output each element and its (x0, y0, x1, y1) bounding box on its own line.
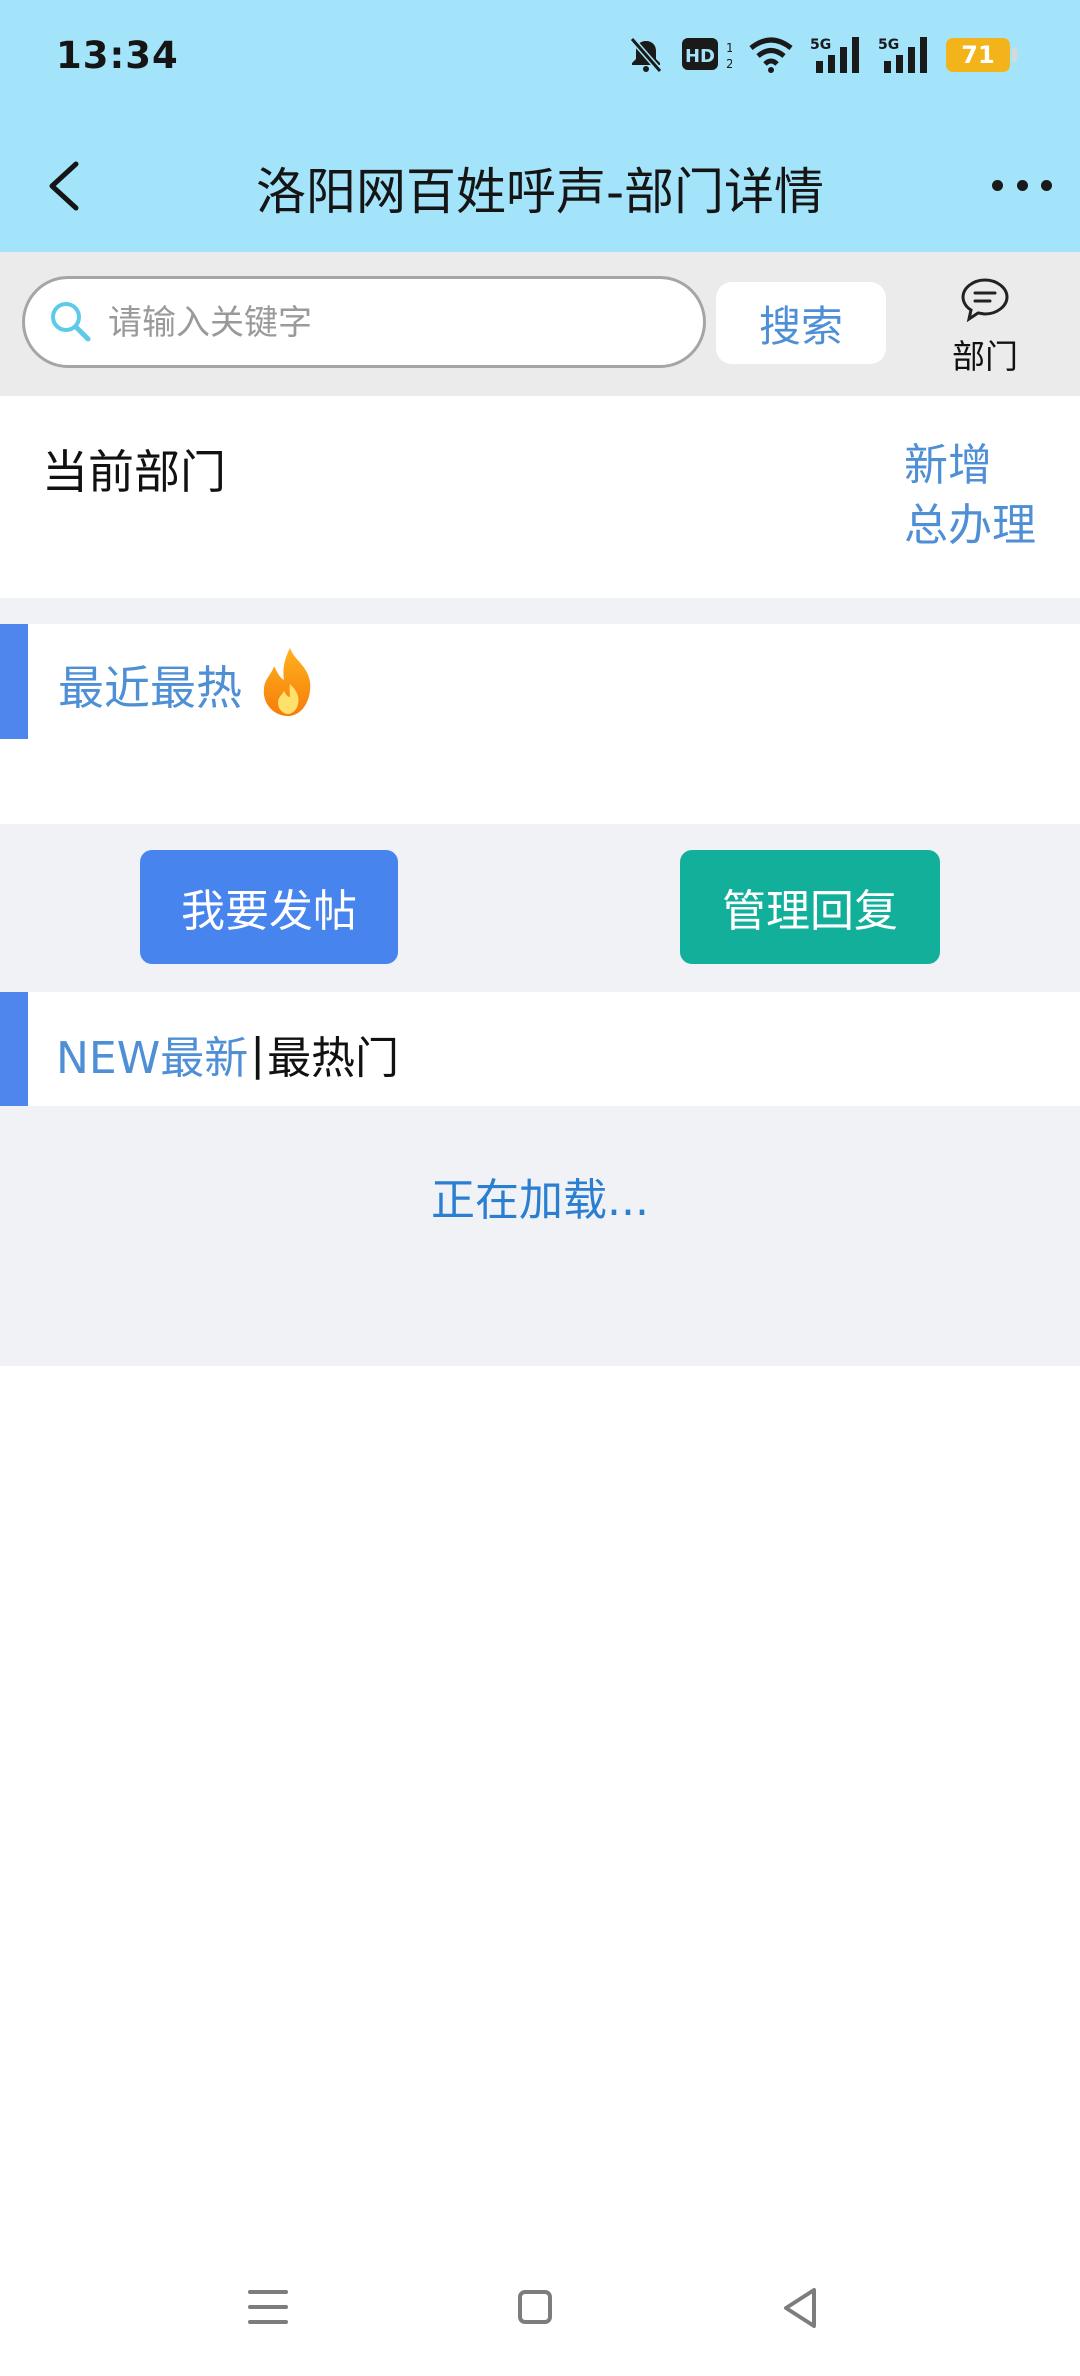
search-input[interactable] (108, 296, 668, 350)
current-department-label: 当前部门 (42, 445, 226, 499)
svg-text:5G: 5G (878, 37, 899, 53)
battery-icon: 71 (946, 38, 1017, 72)
loading-area (0, 1106, 1080, 1366)
section-accent-bar (0, 992, 28, 1106)
svg-text:HD: HD (685, 46, 715, 67)
department-button[interactable]: 部门 (930, 276, 1040, 376)
status-time: 13:34 (56, 34, 179, 77)
back-triangle-icon[interactable] (778, 2284, 822, 2332)
page-title: 洛阳网百姓呼声-部门详情 (255, 163, 825, 221)
flame-icon (263, 648, 311, 716)
tab-newest[interactable]: NEW最新 (56, 1022, 248, 1086)
svg-text:1: 1 (726, 41, 732, 55)
battery-level: 71 (961, 41, 995, 69)
more-button[interactable] (992, 160, 1052, 210)
new-director-line2: 总办理 (904, 500, 1036, 551)
home-icon[interactable] (518, 2290, 552, 2324)
post-button[interactable]: 我要发帖 (140, 850, 398, 964)
hot-title: 最近最热 (58, 661, 242, 715)
manage-reply-button[interactable]: 管理回复 (680, 850, 940, 964)
more-dots-icon (992, 179, 1003, 191)
svg-text:5G: 5G (810, 37, 831, 53)
section-accent-bar (0, 624, 28, 739)
sort-tabs: NEW最新 | 最热门 (56, 1022, 399, 1086)
department-label: 部门 (952, 337, 1018, 376)
search-button[interactable]: 搜索 (716, 282, 886, 364)
new-director-link[interactable]: 新增 总办理 (904, 436, 1036, 556)
signal-5g-icon: 5G (878, 37, 927, 73)
signal-5g-icon: 5G (810, 37, 859, 73)
status-icons: HD 1 2 5G 5G 71 (626, 30, 1017, 80)
loading-text: 正在加载... (431, 1175, 649, 1226)
chat-bubble-icon (961, 278, 1009, 323)
mute-bell-icon (629, 37, 663, 73)
svg-text:2: 2 (726, 57, 732, 71)
tab-hottest[interactable]: 最热门 (267, 1022, 399, 1086)
new-director-line1: 新增 (904, 440, 992, 491)
hd-icon: HD 1 2 (682, 38, 732, 71)
search-icon (51, 302, 91, 342)
section-divider (0, 598, 1080, 624)
tab-separator: | (250, 1028, 266, 1080)
wifi-icon (749, 37, 793, 73)
menu-icon[interactable] (248, 2290, 288, 2324)
